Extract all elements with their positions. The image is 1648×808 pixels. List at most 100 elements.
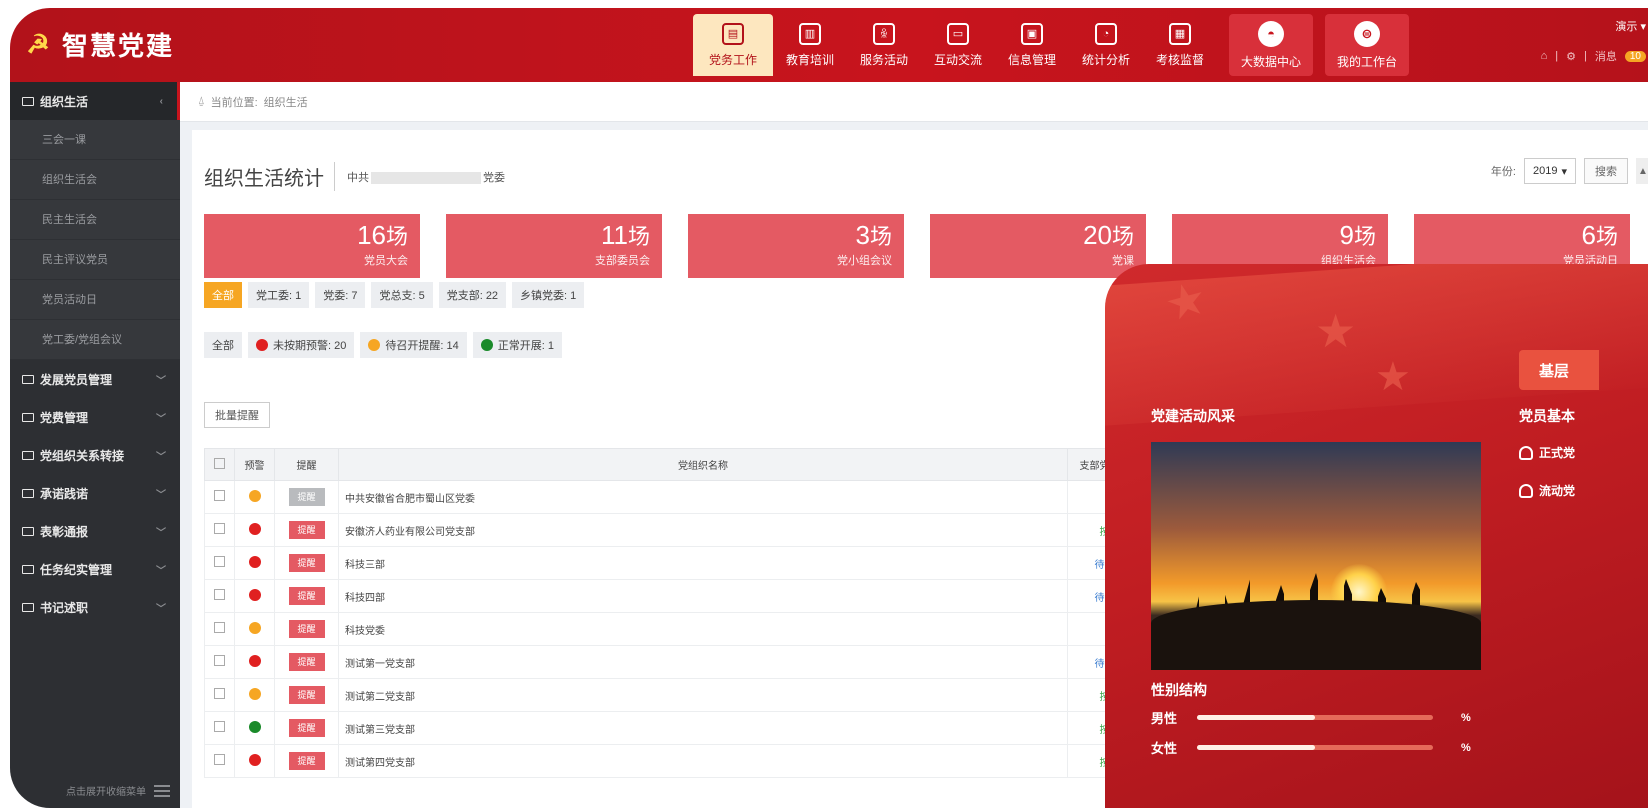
nav-tab-1[interactable]: ▥ 教育培训 xyxy=(773,14,847,76)
home-icon[interactable]: ⌂ xyxy=(1541,50,1548,62)
row-checkbox[interactable] xyxy=(214,721,225,732)
nav-tab-6[interactable]: ▦ 考核监督 xyxy=(1143,14,1217,76)
user-menu[interactable]: 演示 ▾ xyxy=(1541,18,1646,34)
stat-unit: 场 xyxy=(869,224,892,249)
org-name-cell: 测试第一党支部 xyxy=(338,645,1068,679)
year-select[interactable]: 2019 ▾ xyxy=(1523,158,1576,184)
person-icon xyxy=(1519,483,1533,498)
folder-icon xyxy=(22,450,34,460)
nav-tab-3[interactable]: ▭ 互动交流 xyxy=(921,14,995,76)
batch-remind-button[interactable]: 批量提醒 xyxy=(204,402,270,428)
table-row[interactable]: 提醒科技党委- xyxy=(204,612,1152,646)
sidebar-group-label: 党费管理 xyxy=(40,410,89,425)
member-line-floating: 流动党 xyxy=(1519,482,1575,499)
status-chip[interactable]: 待召开提醒: 14 xyxy=(360,332,467,358)
sidebar-group[interactable]: 书记述职 ﹀ xyxy=(10,588,180,626)
status-chip[interactable]: 正常开展: 1 xyxy=(472,332,562,358)
org-type-chip[interactable]: 全部 xyxy=(204,282,242,308)
chevron-left-icon: ‹ xyxy=(159,95,163,107)
book-icon: ▥ xyxy=(799,22,821,45)
status-chip[interactable]: 全部 xyxy=(204,332,242,358)
remind-button[interactable]: 提醒 xyxy=(288,686,325,704)
dashboard-poster: ★ ★ ★ 基层 党建活动风采 党员基本 正式党 流动党 性别结构 男性 % 女… xyxy=(1105,264,1648,808)
org-type-chip[interactable]: 党支部: 22 xyxy=(438,282,507,308)
table-row[interactable]: 提醒科技四部待召开 xyxy=(204,579,1152,613)
table-row[interactable]: 提醒测试第一党支部待召开 xyxy=(204,645,1152,679)
sidebar-group[interactable]: 任务纪实管理 ﹀ xyxy=(10,550,180,588)
sidebar-subitem[interactable]: 民主生活会 xyxy=(10,200,180,240)
nav-tab-5[interactable]: ◔ 统计分析 xyxy=(1069,14,1143,76)
remind-button[interactable]: 提醒 xyxy=(288,488,325,506)
settings-icon[interactable]: ⚙ xyxy=(1566,50,1576,63)
sidebar-group[interactable]: 承诺践诺 ﹀ xyxy=(10,474,180,512)
status-chip-label: 全部 xyxy=(212,340,234,352)
sidebar-subitem[interactable]: 党员活动日 xyxy=(10,280,180,320)
sidebar-group[interactable]: 表彰通报 ﹀ xyxy=(10,512,180,550)
status-chip[interactable]: 未按期预警: 20 xyxy=(248,332,355,358)
org-type-chip[interactable]: 党总支: 5 xyxy=(371,282,433,308)
remind-button[interactable]: 提醒 xyxy=(288,719,325,737)
remind-button[interactable]: 提醒 xyxy=(288,521,325,539)
row-checkbox[interactable] xyxy=(214,523,225,534)
sidebar-group[interactable]: 党费管理 ﹀ xyxy=(10,398,180,436)
scroll-up-icon[interactable]: ▲ xyxy=(1636,158,1648,184)
stat-card[interactable]: 11场 支部委员会 xyxy=(446,214,662,278)
nav-big-label: 大数据中心 xyxy=(1240,54,1301,69)
remind-button[interactable]: 提醒 xyxy=(288,554,325,572)
nav-tab-2[interactable]: ꆜ 服务活动 xyxy=(847,14,921,76)
org-type-chip[interactable]: 党委: 7 xyxy=(315,282,366,308)
folder-icon xyxy=(22,412,34,422)
search-button[interactable]: 搜索 xyxy=(1584,158,1628,184)
table-row[interactable]: 提醒科技三部待召开 xyxy=(204,546,1152,580)
my-workbench-button[interactable]: ⊜ 我的工作台 xyxy=(1325,14,1409,76)
top-bar: ☭ 智慧党建 ▤ 党务工作 ▥ 教育培训 ꆜ 服务活动 ▭ 互动交流 ▣ 信息管理 ◔ 统计分析 ▦ 考核… xyxy=(10,8,1648,82)
remind-button[interactable]: 提醒 xyxy=(288,620,325,638)
sidebar-group[interactable]: 党组织关系转接 ﹀ xyxy=(10,436,180,474)
remind-button[interactable]: 提醒 xyxy=(288,752,325,770)
sidebar-group-active[interactable]: 组织生活 ‹ xyxy=(10,82,180,120)
status-chip-label: 待召开提醒: 14 xyxy=(385,340,459,352)
app-logo[interactable]: ☭ 智慧党建 xyxy=(24,26,174,63)
sidebar-toggle[interactable]: 点击展开收缩菜单 xyxy=(66,783,170,798)
stat-number: 9场 xyxy=(1184,220,1376,252)
org-type-chip[interactable]: 党工委: 1 xyxy=(248,282,310,308)
main-nav: ▤ 党务工作 ▥ 教育培训 ꆜ 服务活动 ▭ 互动交流 ▣ 信息管理 ◔ 统计分析 ▦ 考核监督 ◓ 大数据中… xyxy=(693,14,1409,76)
row-checkbox[interactable] xyxy=(214,655,225,666)
big-data-center-button[interactable]: ◓ 大数据中心 xyxy=(1229,14,1313,76)
stat-unit: 场 xyxy=(1353,224,1376,249)
nav-tab-4[interactable]: ▣ 信息管理 xyxy=(995,14,1069,76)
table-row[interactable]: 提醒测试第二党支部按期 xyxy=(204,678,1152,712)
activity-photo[interactable] xyxy=(1151,442,1481,670)
sidebar-subitem[interactable]: 民主评议党员 xyxy=(10,240,180,280)
table-row[interactable]: 提醒安徽济人药业有限公司党支部按期 xyxy=(204,513,1152,547)
table-row[interactable]: 提醒测试第四党支部按期 xyxy=(204,744,1152,778)
nav-tab-label: 党务工作 xyxy=(708,52,757,67)
row-checkbox[interactable] xyxy=(214,754,225,765)
row-checkbox[interactable] xyxy=(214,688,225,699)
chevron-down-icon: ﹀ xyxy=(156,375,166,387)
org-type-chip[interactable]: 乡镇党委: 1 xyxy=(512,282,585,308)
sidebar-subitem[interactable]: 组织生活会 xyxy=(10,160,180,200)
row-checkbox[interactable] xyxy=(214,589,225,600)
org-name-cell: 中共安徽省合肥市蜀山区党委 xyxy=(338,480,1068,514)
stat-card[interactable]: 20场 党课 xyxy=(930,214,1146,278)
table-row[interactable]: 提醒中共安徽省合肥市蜀山区党委- xyxy=(204,480,1152,514)
stat-card[interactable]: 3场 党小组会议 xyxy=(688,214,904,278)
status-dot-icon xyxy=(368,339,381,351)
stat-label: 支部委员会 xyxy=(595,255,650,267)
select-all-checkbox[interactable] xyxy=(214,457,225,469)
sidebar-group[interactable]: 发展党员管理 ﹀ xyxy=(10,360,180,398)
messages-link[interactable]: 消息 xyxy=(1595,48,1617,64)
row-checkbox[interactable] xyxy=(214,622,225,633)
remind-button[interactable]: 提醒 xyxy=(288,653,325,671)
row-checkbox[interactable] xyxy=(214,556,225,567)
stat-card[interactable]: 16场 党员大会 xyxy=(204,214,420,278)
remind-button[interactable]: 提醒 xyxy=(288,587,325,605)
stat-value: 3 xyxy=(855,220,870,250)
sidebar-subitem[interactable]: 三会一课 xyxy=(10,120,180,160)
nav-tab-0[interactable]: ▤ 党务工作 xyxy=(693,14,773,76)
sidebar-subitem[interactable]: 党工委/党组会议 xyxy=(10,320,180,360)
sidebar-group-label: 任务纪实管理 xyxy=(40,562,113,577)
row-checkbox[interactable] xyxy=(214,490,225,501)
table-row[interactable]: 提醒测试第三党支部按期 xyxy=(204,711,1152,745)
